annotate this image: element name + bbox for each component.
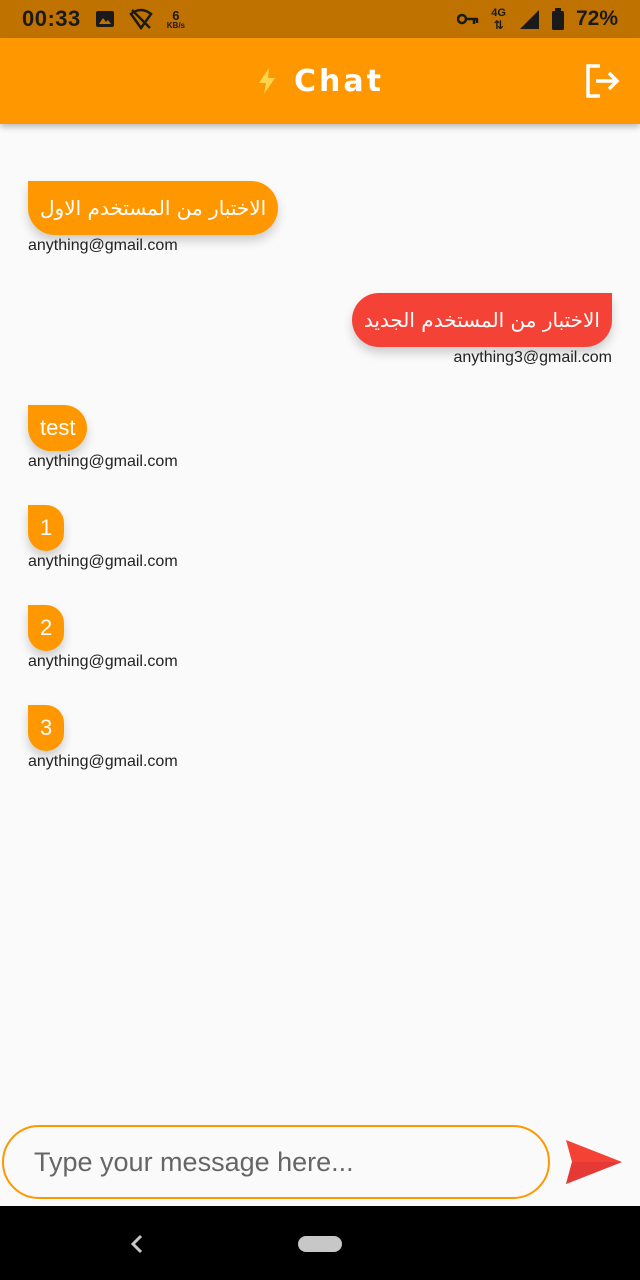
message-sender: anything@gmail.com <box>28 553 178 570</box>
status-time: 00:33 <box>22 6 81 31</box>
composer <box>0 1124 640 1204</box>
net-speed: 6 KB/s <box>167 9 185 30</box>
vpn-key-icon <box>457 13 479 25</box>
message-bubble: 3 <box>28 705 65 751</box>
home-pill[interactable] <box>298 1236 342 1252</box>
network-type: 4G ⇅ <box>491 6 506 32</box>
message-sender: anything@gmail.com <box>28 653 178 670</box>
message-sender: anything3@gmail.com <box>453 349 612 366</box>
message-input[interactable] <box>2 1125 550 1199</box>
logout-icon[interactable] <box>584 62 622 100</box>
battery-icon <box>551 8 564 30</box>
bolt-icon <box>259 68 276 94</box>
status-left: 00:33 6 KB/s <box>22 6 185 32</box>
image-icon <box>95 11 114 27</box>
status-right: 4G ⇅ 72% <box>457 7 618 31</box>
message-bubble: 2 <box>28 605 65 651</box>
status-bar: 00:33 6 KB/s 4G ⇅ 72% <box>0 0 640 38</box>
message-item: الاختبار من المستخدم الاول anything@gmai… <box>28 181 279 255</box>
app-title-wrap: Chat <box>256 64 384 99</box>
system-nav-bar <box>0 1206 640 1280</box>
data-arrows-icon: ⇅ <box>493 17 504 32</box>
message-list[interactable]: الاختبار من المستخدم الاول anything@gmai… <box>0 124 640 1120</box>
message-item: 1 anything@gmail.com <box>28 505 178 571</box>
message-sender: anything@gmail.com <box>28 753 178 770</box>
message-bubble: 1 <box>28 505 65 551</box>
signal-icon <box>519 10 539 29</box>
app-bar: Chat <box>0 38 640 124</box>
back-icon[interactable] <box>126 1232 148 1256</box>
message-sender: anything@gmail.com <box>28 453 178 470</box>
message-item: 2 anything@gmail.com <box>28 605 178 671</box>
net-speed-unit: KB/s <box>166 20 186 30</box>
message-sender: anything@gmail.com <box>28 237 178 254</box>
net-speed-value: 6 <box>172 7 180 23</box>
message-bubble: test <box>28 405 88 451</box>
no-signal-wifi-icon <box>129 8 153 30</box>
message-item: 3 anything@gmail.com <box>28 705 178 771</box>
battery-percent: 72% <box>575 7 618 30</box>
message-bubble: الاختبار من المستخدم الجديد <box>351 293 612 347</box>
app-title: Chat <box>294 63 384 99</box>
send-icon[interactable] <box>564 1138 624 1186</box>
message-item: الاختبار من المستخدم الجديد anything3@gm… <box>351 293 612 367</box>
message-item: test anything@gmail.com <box>28 405 178 471</box>
message-bubble: الاختبار من المستخدم الاول <box>28 181 279 235</box>
network-type-label: 4G <box>491 6 506 19</box>
